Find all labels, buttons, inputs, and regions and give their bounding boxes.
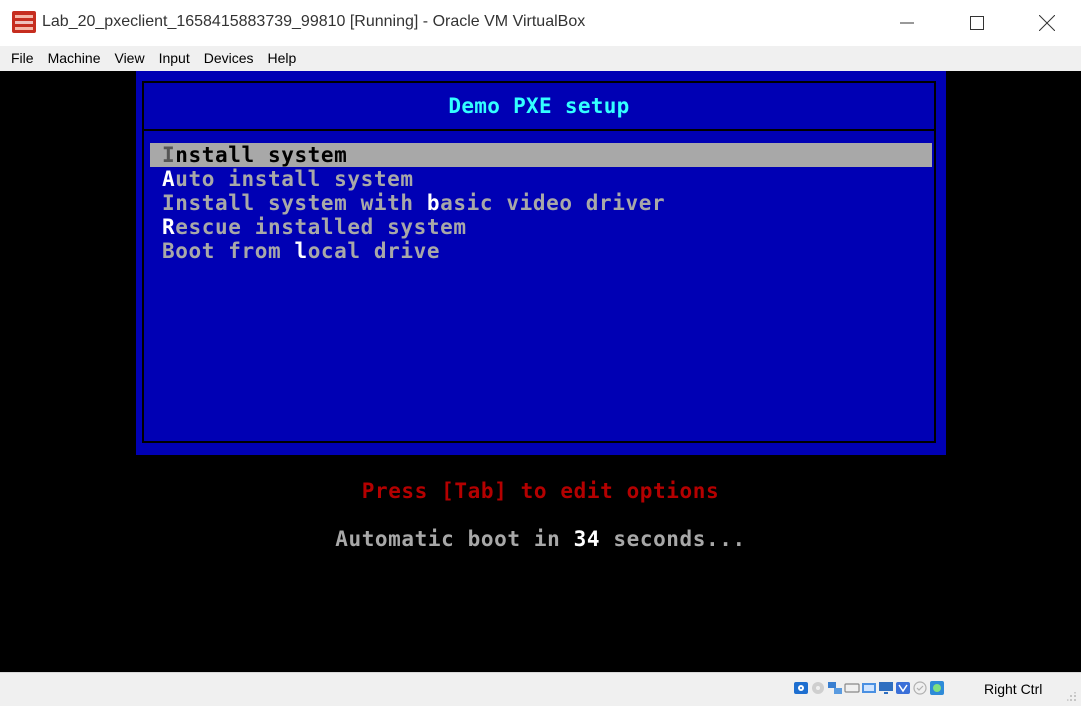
boot-entry-local-drive[interactable]: Boot from local drive: [150, 239, 932, 263]
usb-icon[interactable]: [844, 680, 860, 696]
entry-post: ocal drive: [307, 239, 441, 263]
entry-pre: Install system with: [162, 191, 427, 215]
entry-hotkey: I: [162, 143, 176, 167]
boot-entry-rescue[interactable]: Rescue installed system: [150, 215, 932, 239]
entry-pre: Boot from: [162, 239, 295, 263]
menu-file[interactable]: File: [0, 46, 41, 71]
boot-menu-title: Demo PXE setup: [448, 94, 630, 118]
entry-hotkey: l: [294, 239, 308, 263]
optical-drive-icon[interactable]: [810, 680, 826, 696]
menu-input[interactable]: Input: [152, 46, 197, 71]
vm-display[interactable]: Demo PXE setup Install system Auto insta…: [0, 71, 1081, 672]
boot-entry-auto-install[interactable]: Auto install system: [150, 167, 932, 191]
entry-hotkey: b: [426, 191, 441, 215]
menu-help[interactable]: Help: [261, 46, 304, 71]
entry-post: escue installed system: [175, 215, 467, 239]
countdown-seconds: 34: [573, 527, 601, 551]
menu-devices[interactable]: Devices: [197, 46, 261, 71]
entry-hotkey: R: [162, 215, 176, 239]
window-title: Lab_20_pxeclient_1658415883739_99810 [Ru…: [42, 13, 586, 30]
close-icon: [1039, 15, 1055, 31]
status-icons: [793, 680, 945, 696]
title-bar: Lab_20_pxeclient_1658415883739_99810 [Ru…: [0, 0, 1081, 46]
boot-menu-list: Install system Auto install system Insta…: [150, 143, 932, 263]
cpu-icon[interactable]: [912, 680, 928, 696]
entry-post: uto install system: [175, 167, 414, 191]
resize-grip-icon[interactable]: [1067, 692, 1077, 702]
tab-edit-hint: Press [Tab] to edit options: [361, 479, 720, 503]
auto-boot-prefix: Automatic boot in: [335, 527, 574, 551]
entry-hotkey: A: [162, 167, 176, 191]
maximize-button[interactable]: [942, 0, 1012, 46]
display-icon[interactable]: [878, 680, 894, 696]
boot-entry-install-system[interactable]: Install system: [150, 143, 932, 167]
auto-boot-countdown: Automatic boot in 34 seconds...: [0, 526, 1081, 552]
boot-entry-basic-video[interactable]: Install system with basic video driver: [150, 191, 932, 215]
shared-folders-icon[interactable]: [861, 680, 877, 696]
virtualbox-icon: [12, 11, 36, 33]
menu-bar: File Machine View Input Devices Help: [0, 46, 1081, 71]
video-capture-icon[interactable]: [895, 680, 911, 696]
host-key-label: Right Ctrl: [984, 681, 1043, 697]
minimize-icon: [900, 22, 914, 24]
boot-menu-divider: [142, 129, 936, 131]
hard-disk-icon[interactable]: [793, 680, 809, 696]
network-icon[interactable]: [827, 680, 843, 696]
mouse-integration-icon[interactable]: [929, 680, 945, 696]
entry-post: asic video driver: [440, 191, 666, 215]
auto-boot-suffix: seconds...: [600, 527, 746, 551]
status-bar: Right Ctrl: [0, 672, 1081, 706]
entry-post: nstall system: [175, 143, 348, 167]
minimize-button[interactable]: [872, 0, 942, 46]
menu-view[interactable]: View: [107, 46, 151, 71]
menu-machine[interactable]: Machine: [41, 46, 108, 71]
maximize-icon: [970, 16, 984, 30]
close-button[interactable]: [1012, 0, 1081, 46]
